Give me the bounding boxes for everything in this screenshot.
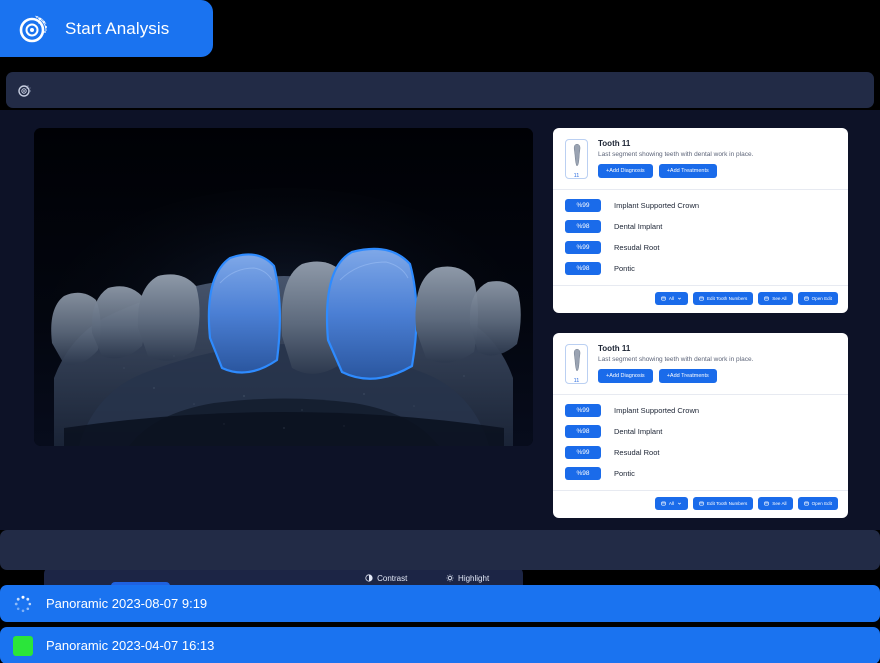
brightness-icon	[446, 573, 454, 584]
pencil-icon	[803, 501, 809, 506]
footer-button-list[interactable]: See All	[758, 292, 793, 305]
confidence-badge: %99	[565, 446, 601, 459]
confidence-badge: %98	[565, 467, 601, 480]
footer-button-pencil[interactable]: Open Edit	[797, 292, 838, 305]
footer-button-label: See All	[772, 501, 787, 506]
spinner-icon	[13, 594, 33, 614]
filter-icon	[661, 501, 666, 506]
tooth-card-subtitle: Last segment showing teeth with dental w…	[598, 151, 754, 158]
finding-label: Dental Implant	[614, 427, 663, 436]
finding-label: Implant Supported Crown	[614, 406, 700, 415]
tooth-cards-list: 11 Tooth 11 Last segment showing teeth w…	[553, 128, 848, 538]
tooth-icon	[571, 348, 583, 377]
card-footer: All Edit Tooth Numbers See All Open Edit	[553, 286, 848, 313]
panoramic-row-1-label: Panoramic 2023-08-07 9:19	[46, 596, 208, 611]
confidence-badge: %98	[565, 220, 601, 233]
tooth-card-header: 11 Tooth 11 Last segment showing teeth w…	[553, 128, 848, 189]
tooth-thumbnail[interactable]: 11	[565, 139, 588, 179]
panoramic-row-2-label: Panoramic 2023-04-07 16:13	[46, 638, 215, 653]
confidence-badge: %99	[565, 199, 601, 212]
edit-icon	[699, 296, 704, 301]
finding-row[interactable]: %99 Resudal Root	[565, 241, 836, 254]
footer-button-label: Edit Tooth Numbers	[706, 501, 748, 506]
footer-button-list[interactable]: See All	[758, 497, 793, 510]
tooth-thumbnail[interactable]: 11	[565, 344, 588, 384]
list-icon	[764, 296, 769, 301]
add-diagnosis-button[interactable]: +Add Diagnosis	[598, 164, 653, 178]
contrast-icon	[365, 573, 373, 584]
add-treatments-button[interactable]: +Add Treatments	[658, 369, 717, 383]
confidence-badge: %99	[565, 241, 601, 254]
contrast-header: Contrast	[365, 573, 432, 584]
footer-button-label: Open Edit	[811, 296, 832, 301]
footer-button-label: All	[668, 296, 674, 301]
finding-label: Resudal Root	[614, 448, 660, 457]
chevron-down-icon	[677, 296, 682, 301]
xray-image	[34, 128, 533, 446]
tooth-thumbnail-number: 11	[573, 173, 580, 179]
finding-row[interactable]: %98 Dental Implant	[565, 425, 836, 438]
tooth-card-header: 11 Tooth 11 Last segment showing teeth w…	[553, 333, 848, 394]
tooth-card-subtitle: Last segment showing teeth with dental w…	[598, 356, 754, 363]
tooth-icon	[571, 143, 583, 172]
panoramic-row-2[interactable]: Panoramic 2023-04-07 16:13	[0, 627, 880, 663]
confidence-badge: %98	[565, 425, 601, 438]
findings-list: %99 Implant Supported Crown %98 Dental I…	[553, 395, 848, 490]
highlight-title: Highlight	[458, 574, 490, 583]
chevron-down-icon	[677, 501, 682, 506]
xray-viewer[interactable]	[34, 128, 533, 446]
footer-button-edit[interactable]: Edit Tooth Numbers	[692, 497, 754, 510]
edit-icon	[699, 501, 704, 506]
finding-row[interactable]: %99 Implant Supported Crown	[565, 404, 836, 417]
footer-button-label: Open Edit	[811, 501, 832, 506]
tooth-card-actions: +Add Diagnosis +Add Treatments	[598, 164, 836, 178]
list-icon	[764, 501, 769, 506]
finding-label: Resudal Root	[614, 243, 660, 252]
finding-row[interactable]: %98 Pontic	[565, 262, 836, 275]
findings-list: %99 Implant Supported Crown %98 Dental I…	[553, 190, 848, 285]
tooth-card: 11 Tooth 11 Last segment showing teeth w…	[553, 333, 848, 518]
tooth-card: 11 Tooth 11 Last segment showing teeth w…	[553, 128, 848, 313]
confidence-badge: %98	[565, 262, 601, 275]
finding-label: Implant Supported Crown	[614, 201, 700, 210]
confidence-badge: %99	[565, 404, 601, 417]
footer-button-edit[interactable]: Edit Tooth Numbers	[692, 292, 754, 305]
highlight-header: Highlight	[446, 573, 513, 584]
green-square-icon	[13, 635, 33, 656]
finding-label: Dental Implant	[614, 222, 663, 231]
footer-button-filter[interactable]: All	[654, 497, 688, 510]
footer-button-pencil[interactable]: Open Edit	[797, 497, 838, 510]
start-analysis-button[interactable]: Start Analysis	[0, 0, 213, 57]
finding-row[interactable]: %98 Dental Implant	[565, 220, 836, 233]
tooth-card-title: Tooth 11	[598, 344, 631, 353]
app-root: Start Analysis Contrast Highlight 11 Too…	[0, 0, 880, 663]
tooth-card-actions: +Add Diagnosis +Add Treatments	[598, 369, 836, 383]
contrast-title: Contrast	[377, 574, 408, 583]
footer-button-filter[interactable]: All	[654, 292, 688, 305]
card-footer: All Edit Tooth Numbers See All Open Edit	[553, 491, 848, 518]
add-treatments-button[interactable]: +Add Treatments	[658, 164, 717, 178]
tooth-card-text: Tooth 11 Last segment showing teeth with…	[598, 139, 836, 179]
app-header-bar	[6, 72, 874, 108]
analysis-spiral-icon	[16, 10, 54, 48]
finding-label: Pontic	[614, 264, 635, 273]
add-diagnosis-button[interactable]: +Add Diagnosis	[598, 369, 653, 383]
footer-button-label: See All	[772, 296, 787, 301]
panoramic-row-1[interactable]: Panoramic 2023-08-07 9:19	[0, 585, 880, 622]
start-analysis-label: Start Analysis	[65, 18, 170, 38]
pencil-icon	[803, 296, 809, 301]
finding-row[interactable]: %98 Pontic	[565, 467, 836, 480]
tooth-card-text: Tooth 11 Last segment showing teeth with…	[598, 344, 836, 384]
finding-row[interactable]: %99 Implant Supported Crown	[565, 199, 836, 212]
app-logo-icon[interactable]	[17, 82, 34, 99]
finding-row[interactable]: %99 Resudal Root	[565, 446, 836, 459]
finding-label: Pontic	[614, 469, 635, 478]
tooth-card-title: Tooth 11	[598, 139, 631, 148]
tooth-thumbnail-number: 11	[573, 378, 580, 384]
filter-icon	[661, 296, 666, 301]
footer-button-label: All	[668, 501, 674, 506]
footer-button-label: Edit Tooth Numbers	[706, 296, 748, 301]
